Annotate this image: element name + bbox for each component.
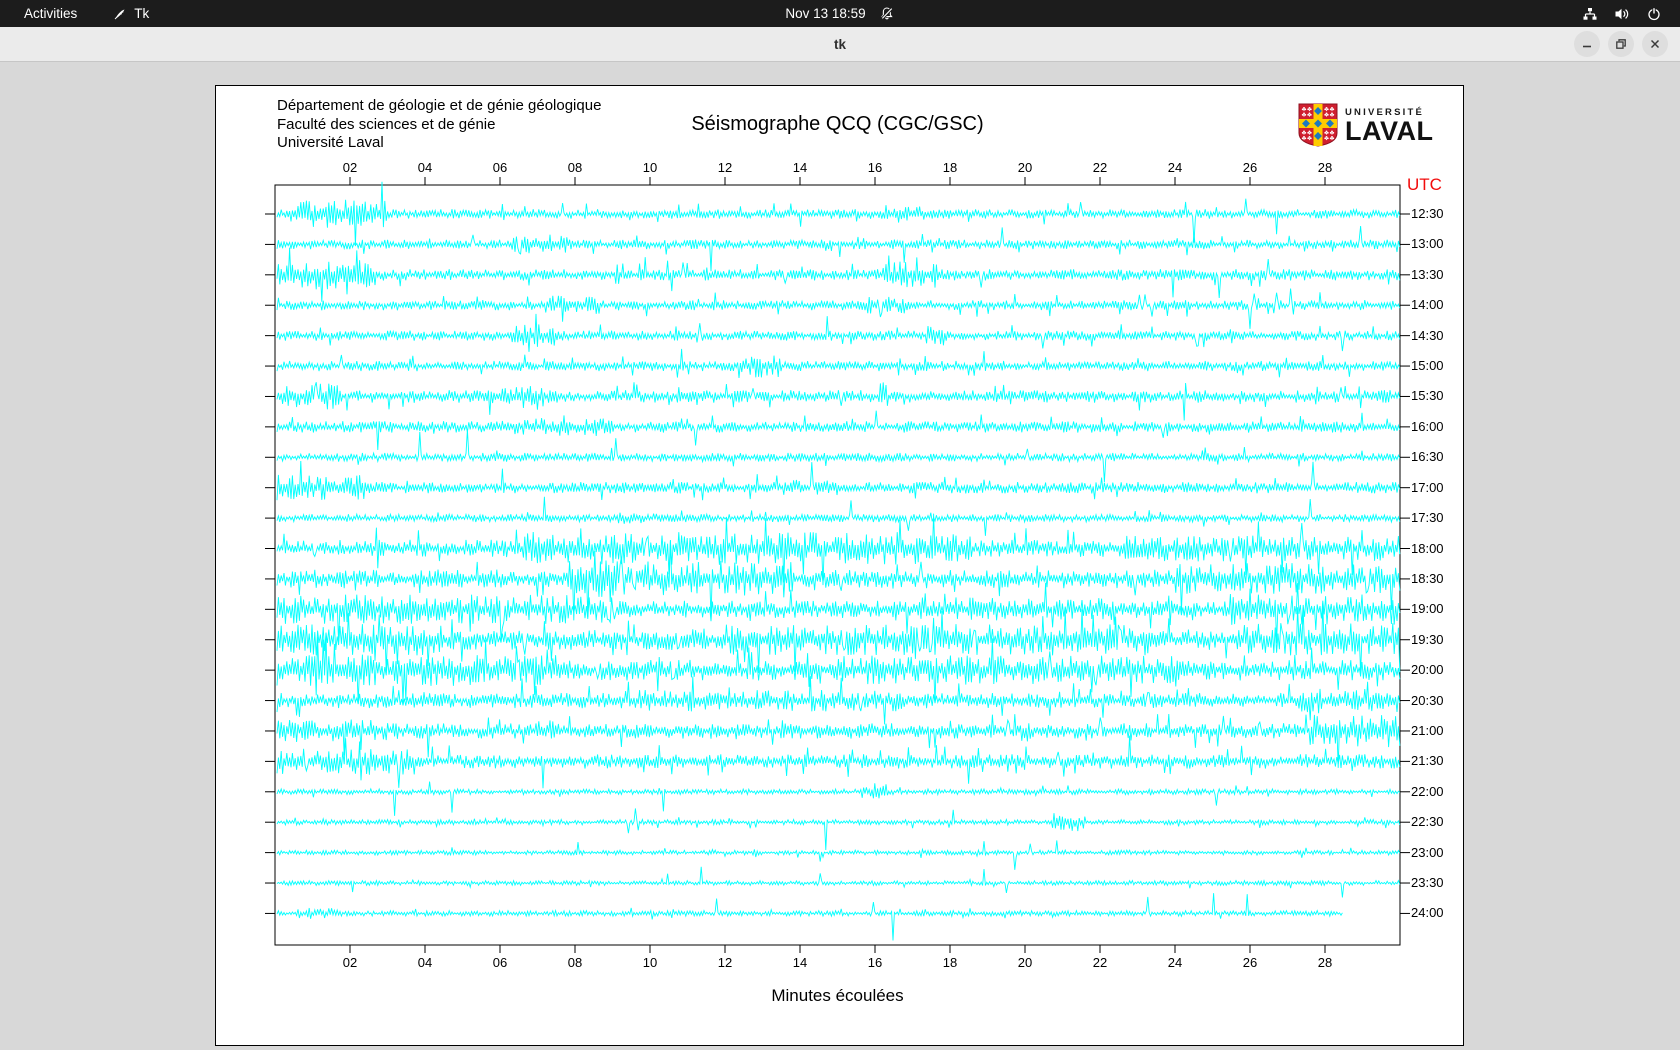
trace-row-16:00 — [277, 411, 1400, 450]
trace-row-16:30 — [277, 430, 1400, 482]
x-axis-title: Minutes écoulées — [275, 986, 1400, 1006]
power-icon[interactable] — [1646, 6, 1662, 22]
window-controls — [1574, 31, 1668, 57]
laval-shield-icon — [1298, 103, 1338, 152]
trace-row-20:30 — [277, 676, 1400, 724]
clock-button[interactable]: Nov 13 18:59 — [785, 6, 894, 21]
utc-axis-title: UTC — [1407, 175, 1442, 195]
top-bar: Activities Tk Nov 13 18:59 — [0, 0, 1680, 27]
top-bar-left: Activities Tk — [0, 6, 149, 21]
close-icon — [1649, 38, 1661, 50]
trace-row-19:00 — [277, 583, 1400, 644]
close-button[interactable] — [1642, 31, 1668, 57]
trace-row-21:30 — [277, 736, 1400, 789]
minimize-icon — [1581, 38, 1593, 50]
trace-row-14:00 — [277, 289, 1400, 329]
tk-feather-icon — [113, 7, 127, 21]
window-title: tk — [0, 27, 1680, 62]
trace-row-23:00 — [277, 840, 1400, 869]
trace-row-22:30 — [277, 808, 1400, 850]
window-titlebar[interactable]: tk — [0, 27, 1680, 62]
trace-row-15:00 — [277, 349, 1400, 378]
trace-row-12:30 — [277, 182, 1400, 246]
institution-line-3: Université Laval — [277, 134, 601, 153]
seismograph-plot — [255, 155, 1425, 985]
universite-laval-logo: UNIVERSITÉ LAVAL — [1298, 103, 1433, 152]
trace-row-17:00 — [277, 461, 1400, 500]
trace-row-15:30 — [277, 382, 1400, 420]
maximize-button[interactable] — [1608, 31, 1634, 57]
laval-logo-line2: LAVAL — [1345, 118, 1433, 144]
trace-row-17:30 — [277, 497, 1400, 536]
network-wired-icon[interactable] — [1582, 6, 1598, 22]
trace-row-24:00 — [277, 893, 1342, 940]
restore-icon — [1615, 38, 1627, 50]
volume-icon[interactable] — [1614, 6, 1630, 22]
trace-row-14:30 — [277, 314, 1400, 352]
clock-label: Nov 13 18:59 — [785, 6, 865, 21]
system-tray — [1582, 0, 1662, 27]
trace-row-13:30 — [277, 248, 1400, 302]
plot-title: Séismographe QCQ (CGC/GSC) — [275, 113, 1400, 136]
tk-app-label: Tk — [134, 6, 149, 21]
trace-row-23:30 — [277, 867, 1400, 898]
laval-logo-text: UNIVERSITÉ LAVAL — [1345, 107, 1433, 144]
tk-app-menu[interactable]: Tk — [113, 6, 149, 21]
trace-row-22:00 — [277, 782, 1400, 816]
minimize-button[interactable] — [1574, 31, 1600, 57]
activities-button[interactable]: Activities — [24, 6, 77, 21]
trace-row-13:00 — [277, 226, 1400, 271]
desktop-screen: Activities Tk Nov 13 18:59 — [0, 0, 1680, 1050]
notifications-off-icon — [880, 6, 895, 21]
